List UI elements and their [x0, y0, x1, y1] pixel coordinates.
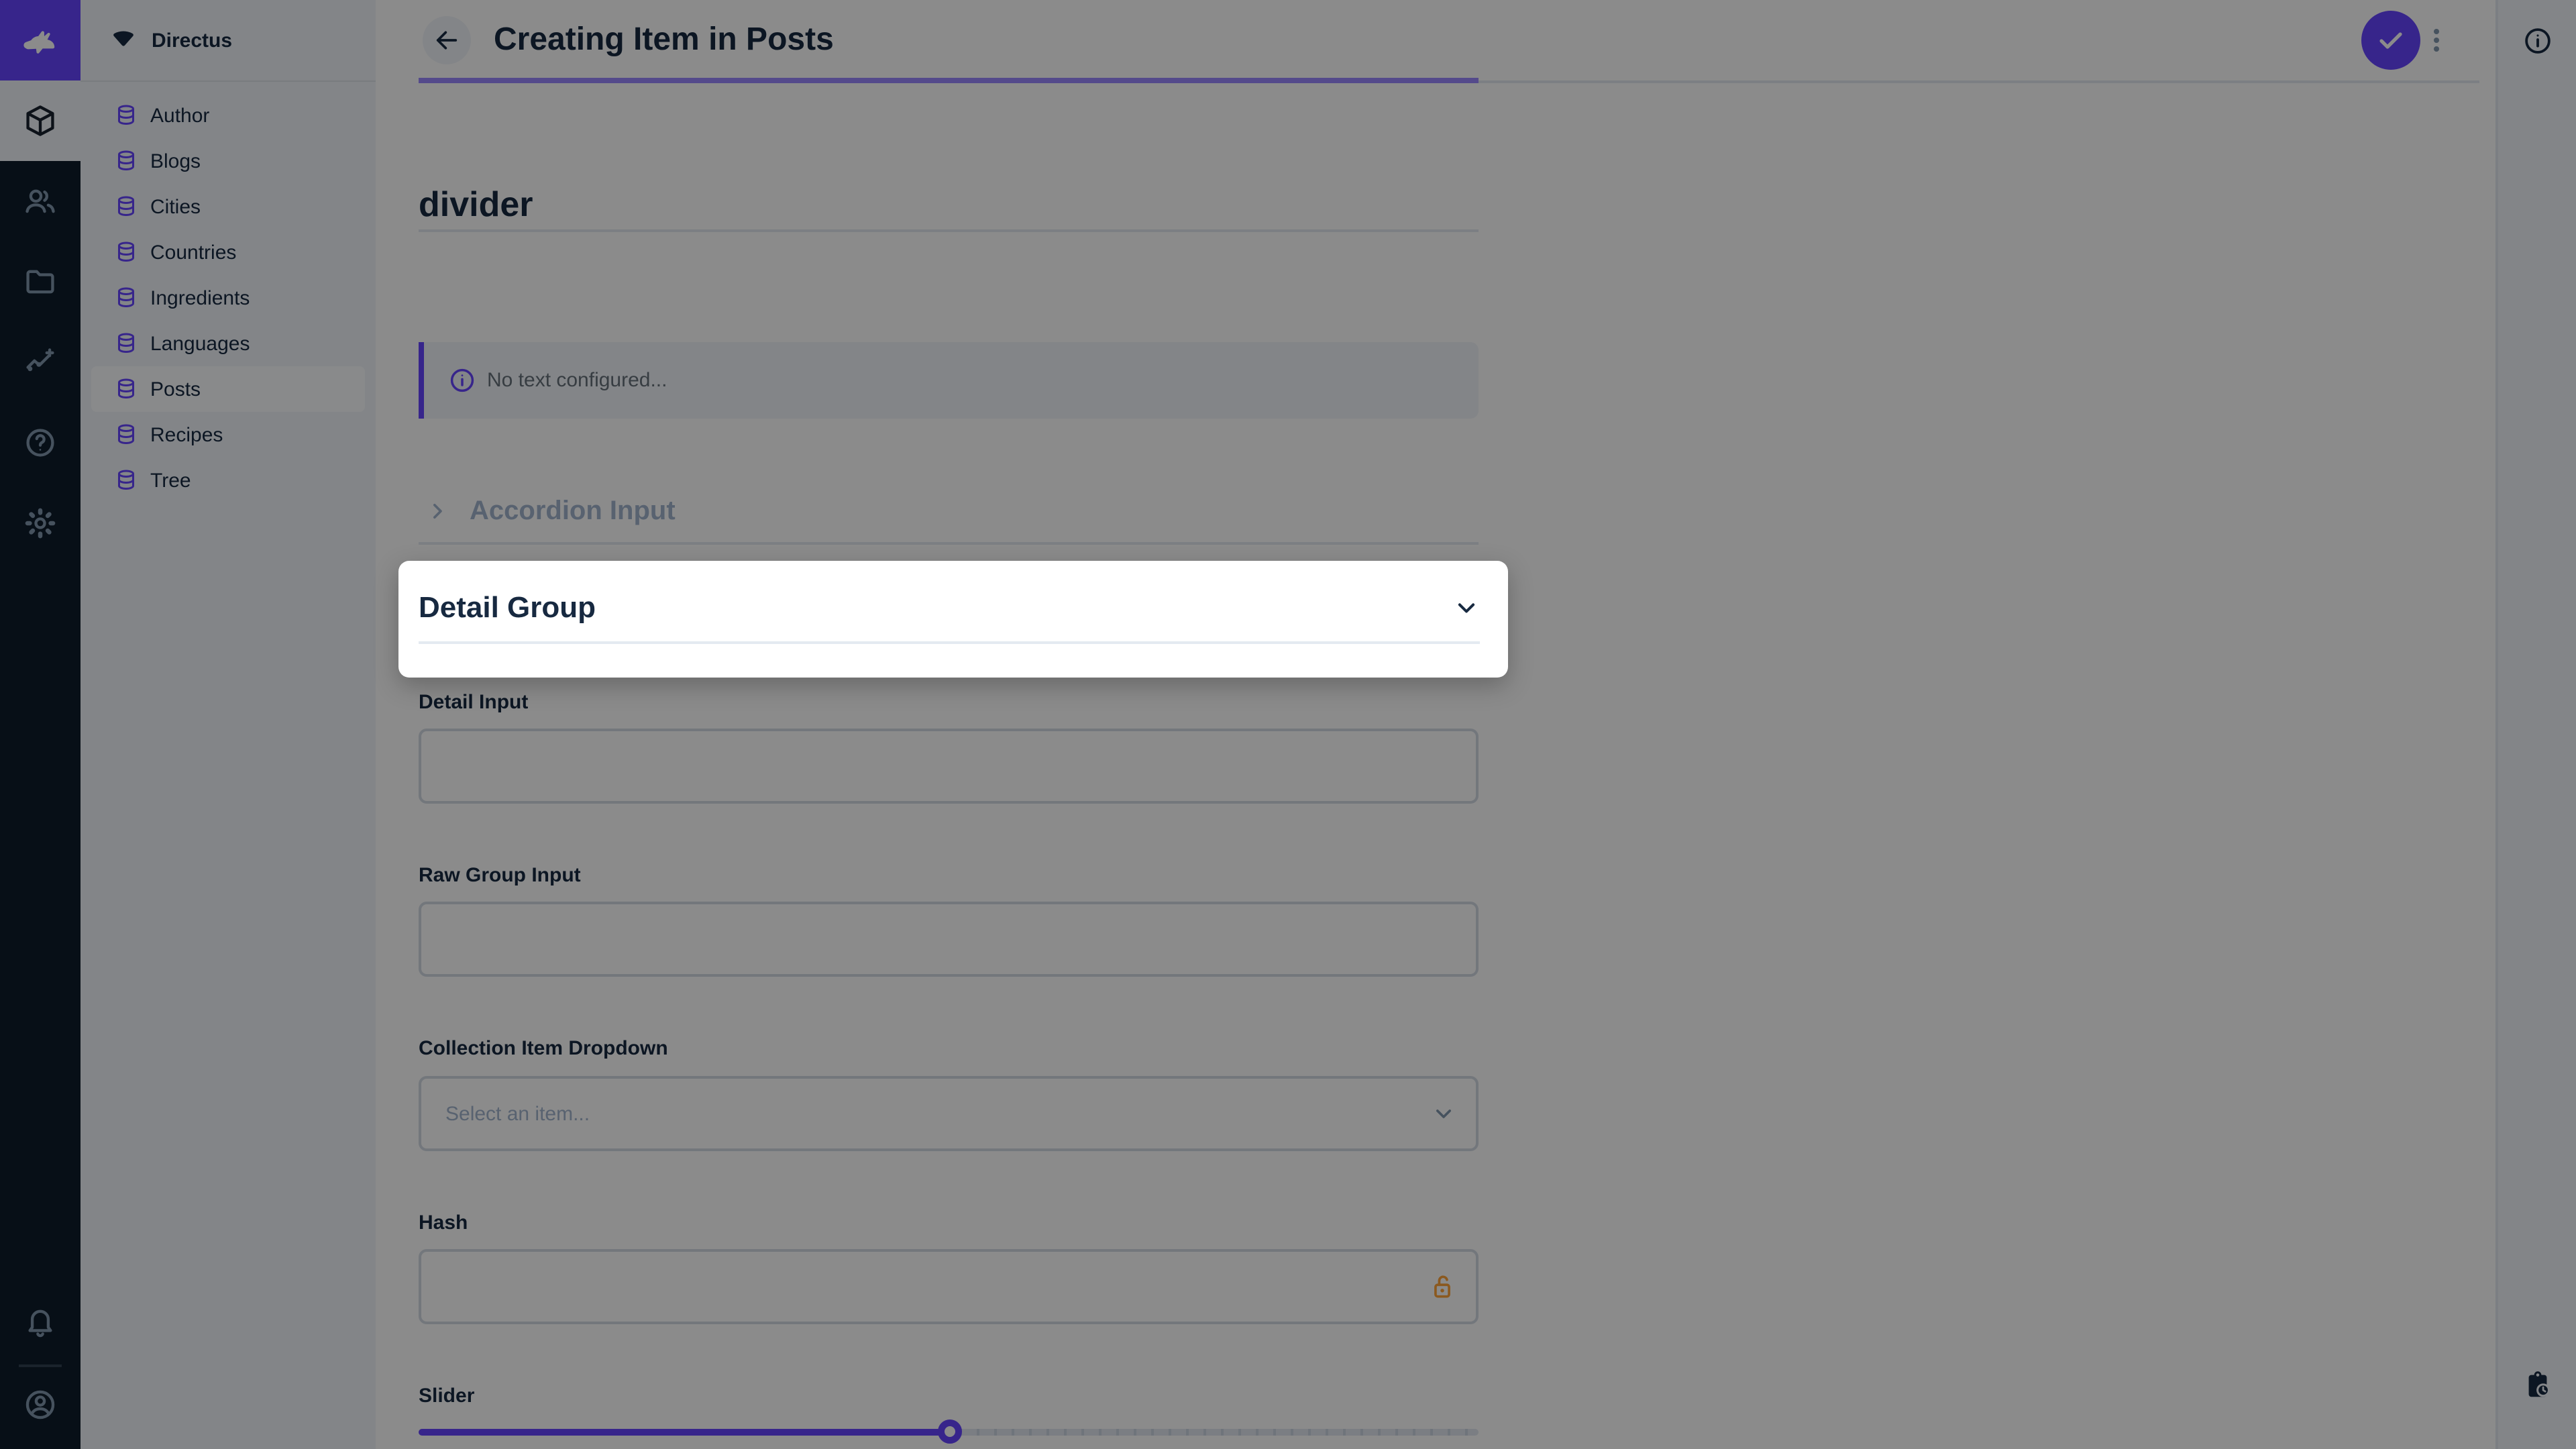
- dim-overlay: [0, 0, 2576, 1449]
- chevron-down-icon: [1452, 593, 1481, 623]
- detail-group-header[interactable]: Detail Group: [398, 561, 1508, 678]
- detail-group-title: Detail Group: [419, 589, 596, 625]
- directus-app-window: Directus AuthorBlogsCitiesCountriesIngre…: [0, 0, 2576, 1449]
- detail-group-rule: [419, 641, 1480, 644]
